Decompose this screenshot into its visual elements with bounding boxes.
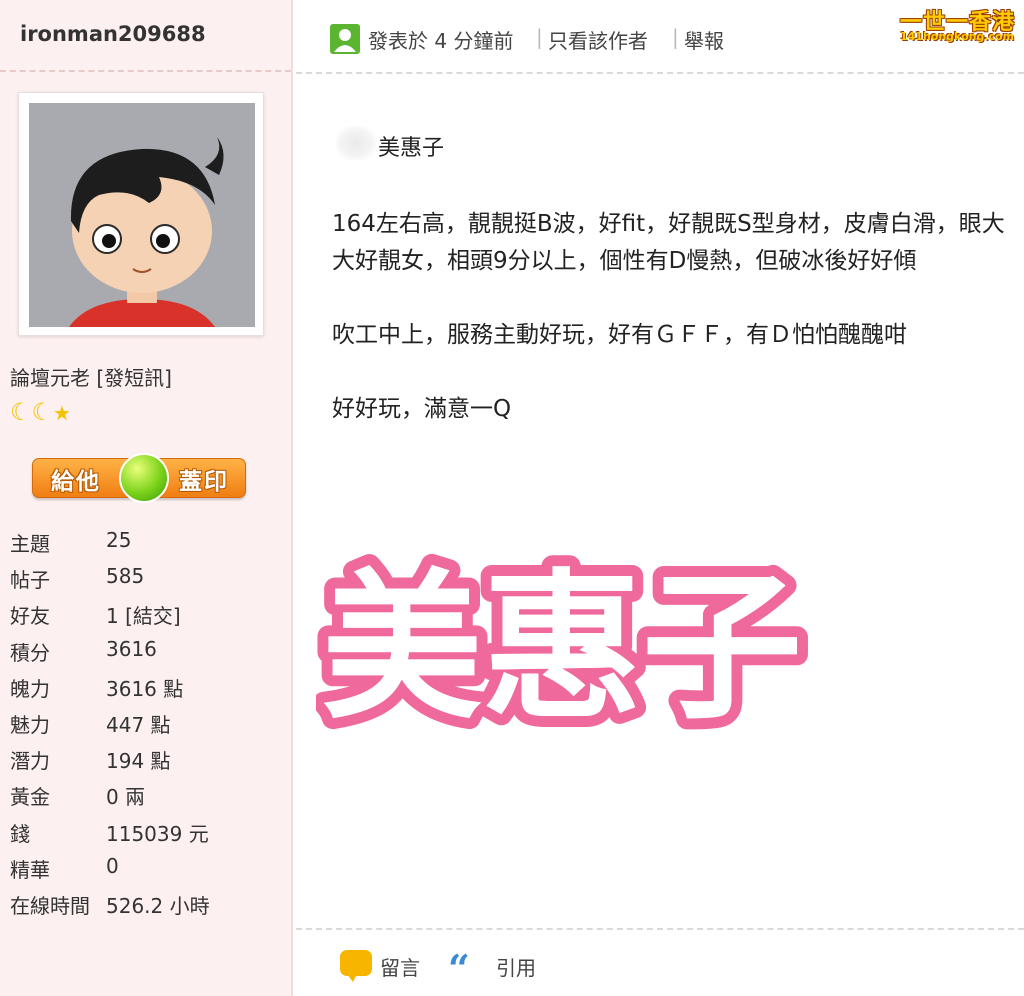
stat-row: 帖子 585 <box>10 562 286 598</box>
stat-value: 194 點 <box>106 749 171 774</box>
send-message-link[interactable]: [發短訊] <box>96 366 172 390</box>
stamp-button[interactable]: 給他 蓋印 <box>32 453 246 503</box>
stat-value: 585 <box>106 564 145 589</box>
rank-icons: ☾☾★ <box>10 398 71 427</box>
post-time: 發表於 4 分鐘前 <box>368 29 514 53</box>
user-rank-line: 論壇元老 [發短訊] <box>10 362 172 391</box>
stat-row: 積分 3616 <box>10 635 286 671</box>
quote-icon[interactable]: “ <box>448 946 470 991</box>
stat-value: 526.2 小時 <box>106 893 210 918</box>
post-paragraph: 164左右高，靚靚挺B波，好fit，好靚既S型身材，皮膚白滑，眼大大好靚女，相頭… <box>332 211 1005 274</box>
post-body: 164左右高，靚靚挺B波，好fit，好靚既S型身材，皮膚白滑，眼大大好靚女，相頭… <box>332 206 1012 465</box>
stat-row: 潛力 194 點 <box>10 743 286 779</box>
stat-label: 錢 <box>10 821 30 846</box>
stat-label: 潛力 <box>10 749 50 774</box>
moon-icon: ☾ <box>10 398 32 426</box>
user-rank: 論壇元老 <box>10 366 90 390</box>
username[interactable]: ironman209688 <box>20 22 206 46</box>
stat-value: 115039 元 <box>106 821 209 846</box>
stat-label: 帖子 <box>10 568 50 593</box>
content-divider <box>296 72 1024 74</box>
stat-label: 在線時間 <box>10 893 90 918</box>
stat-value: 0 兩 <box>106 785 146 810</box>
stat-label: 主題 <box>10 532 50 556</box>
stat-row: 精華 0 <box>10 852 286 888</box>
post-title: 美惠子 <box>378 136 445 161</box>
comment-button[interactable]: 留言 <box>380 952 420 981</box>
stat-value: 3616 <box>106 636 157 661</box>
sidebar-divider <box>0 70 291 72</box>
stat-value: 447 點 <box>106 712 171 737</box>
blurred-icon <box>336 126 376 160</box>
star-icon: ★ <box>53 401 71 425</box>
avatar-frame <box>18 92 264 336</box>
stat-row: 魅力 447 點 <box>10 707 286 743</box>
avatar-cartoon-icon <box>29 103 255 327</box>
stat-value: 25 <box>106 528 132 552</box>
report-link[interactable]: 舉報 <box>684 25 724 54</box>
stat-label: 黃金 <box>10 785 50 810</box>
user-sidebar: ironman209688 論壇元老 [發短訊] ☾☾★ 給他 蓋印 主題 25… <box>0 0 293 996</box>
user-stats: 主題 25 帖子 585 好友 1 [結交] 積分 3616 魄力 3616 點 魅力 44… <box>10 526 286 924</box>
stat-value: 0 <box>106 853 119 878</box>
site-logo: 一世一香港 141hongkong.com <box>898 4 1020 44</box>
stat-label: 魄力 <box>10 676 50 701</box>
comment-icon[interactable] <box>340 950 372 982</box>
stat-row: 黃金 0 兩 <box>10 779 286 815</box>
header-separator: | <box>536 25 543 49</box>
person-icon <box>334 29 356 52</box>
stat-row: 好友 1 [結交] <box>10 598 286 634</box>
stamp-button-label-left: 給他 <box>51 469 101 495</box>
stat-row: 魄力 3616 點 <box>10 671 286 707</box>
moon-icon: ☾ <box>31 398 54 426</box>
avatar[interactable] <box>29 103 255 327</box>
stamp-button-label-right: 蓋印 <box>179 469 229 495</box>
content-divider <box>296 928 1024 930</box>
quote-button[interactable]: 引用 <box>496 952 536 981</box>
stat-label: 好友 <box>10 604 50 629</box>
watermark-text-fill: 美惠子 <box>322 554 802 735</box>
post-paragraph: 吹工中上，服務主動好玩，好有ＧＦＦ，有Ｄ怕怕醜醜咁 <box>332 322 907 348</box>
header-separator: | <box>672 25 679 49</box>
stat-label: 精華 <box>10 857 50 882</box>
site-logo-domain: 141hongkong.com <box>900 30 1015 43</box>
author-only-link[interactable]: 只看該作者 <box>548 25 648 54</box>
stat-row: 在線時間 526.2 小時 <box>10 888 286 924</box>
stat-value: 3616 點 <box>106 676 184 701</box>
green-ball-icon <box>119 453 169 503</box>
stat-label: 魅力 <box>10 712 50 737</box>
name-watermark: 美惠子 美惠子 <box>316 545 813 735</box>
user-icon <box>330 24 360 54</box>
stat-row: 錢 115039 元 <box>10 816 286 852</box>
stat-row: 主題 25 <box>10 526 286 562</box>
stat-label: 積分 <box>10 640 50 665</box>
post-paragraph: 好好玩，滿意一Q <box>332 396 512 422</box>
stat-value[interactable]: 1 [結交] <box>106 600 181 629</box>
